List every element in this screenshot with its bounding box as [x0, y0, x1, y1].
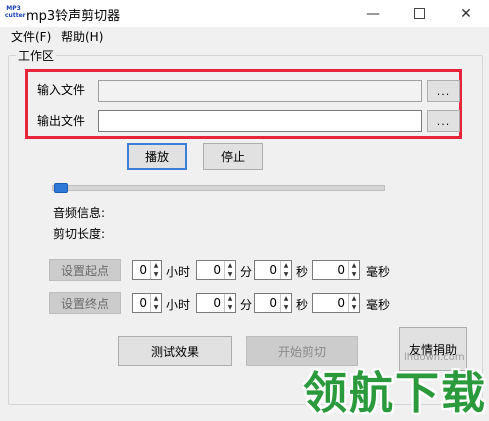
milli-unit: 毫秒	[366, 265, 391, 279]
start-seconds-value: 0	[269, 263, 277, 277]
position-slider[interactable]	[52, 185, 385, 191]
spinner-arrows-icon[interactable]: ▲ ▼	[280, 294, 291, 312]
start-millis-value: 0	[337, 263, 345, 277]
workspace-group-label: 工作区	[16, 47, 57, 64]
output-file-label: 输出文件	[37, 114, 86, 128]
start-minutes-value: 0	[213, 263, 221, 277]
second-unit: 秒	[296, 298, 309, 312]
end-hours-value: 0	[139, 296, 147, 310]
spinner-arrows-icon[interactable]: ▲ ▼	[224, 261, 235, 279]
start-minutes-spinner[interactable]: 0 ▲ ▼	[196, 260, 236, 280]
second-unit: 秒	[296, 265, 309, 279]
end-minutes-value: 0	[213, 296, 221, 310]
maximize-button[interactable]	[396, 0, 442, 27]
end-millis-value: 0	[337, 296, 345, 310]
maximize-icon	[413, 8, 425, 19]
spinner-arrows-icon[interactable]: ▲ ▼	[280, 261, 291, 279]
spinner-arrows-icon[interactable]: ▲ ▼	[150, 294, 161, 312]
start-hours-value: 0	[139, 263, 147, 277]
end-millis-spinner[interactable]: 0 ▲ ▼	[312, 293, 360, 313]
start-millis-spinner[interactable]: 0 ▲ ▼	[312, 260, 360, 280]
end-hours-spinner[interactable]: 0 ▲ ▼	[132, 293, 162, 313]
slider-thumb[interactable]	[54, 183, 68, 193]
output-file-field[interactable]	[98, 110, 422, 132]
play-button[interactable]: 播放	[127, 143, 187, 170]
test-effect-button[interactable]: 测试效果	[118, 336, 232, 366]
set-end-button[interactable]: 设置终点	[49, 292, 121, 314]
minimize-icon: —	[366, 5, 380, 22]
start-seconds-spinner[interactable]: 0 ▲ ▼	[254, 260, 292, 280]
browse-input-button[interactable]: ...	[427, 80, 460, 102]
spinner-arrows-icon[interactable]: ▲ ▼	[150, 261, 161, 279]
hour-unit: 小时	[166, 298, 191, 312]
input-file-label: 输入文件	[37, 83, 86, 97]
app-icon: MP3 cutter	[5, 5, 26, 19]
spinner-arrows-icon[interactable]: ▲ ▼	[348, 294, 359, 312]
menu-file[interactable]: 文件(F)	[11, 28, 51, 45]
cut-length-label: 剪切长度:	[53, 227, 106, 241]
watermark-text: 领航下载	[303, 368, 487, 419]
window-title: mp3铃声剪切器	[26, 9, 121, 24]
set-start-button[interactable]: 设置起点	[49, 259, 121, 281]
browse-output-button[interactable]: ...	[427, 110, 460, 132]
minute-unit: 分	[240, 265, 253, 279]
stop-button[interactable]: 停止	[203, 143, 263, 170]
end-seconds-spinner[interactable]: 0 ▲ ▼	[254, 293, 292, 313]
end-minutes-spinner[interactable]: 0 ▲ ▼	[196, 293, 236, 313]
menu-help[interactable]: 帮助(H)	[61, 28, 103, 45]
spinner-arrows-icon[interactable]: ▲ ▼	[224, 294, 235, 312]
end-seconds-value: 0	[269, 296, 277, 310]
hour-unit: 小时	[166, 265, 191, 279]
close-icon: ✕	[460, 5, 472, 22]
milli-unit: 毫秒	[366, 298, 391, 312]
minimize-button[interactable]: —	[350, 0, 396, 27]
input-file-field[interactable]	[98, 80, 422, 102]
audio-info-label: 音频信息:	[53, 206, 106, 220]
close-button[interactable]: ✕	[443, 0, 489, 27]
spinner-arrows-icon[interactable]: ▲ ▼	[348, 261, 359, 279]
minute-unit: 分	[240, 298, 253, 312]
start-hours-spinner[interactable]: 0 ▲ ▼	[132, 260, 162, 280]
